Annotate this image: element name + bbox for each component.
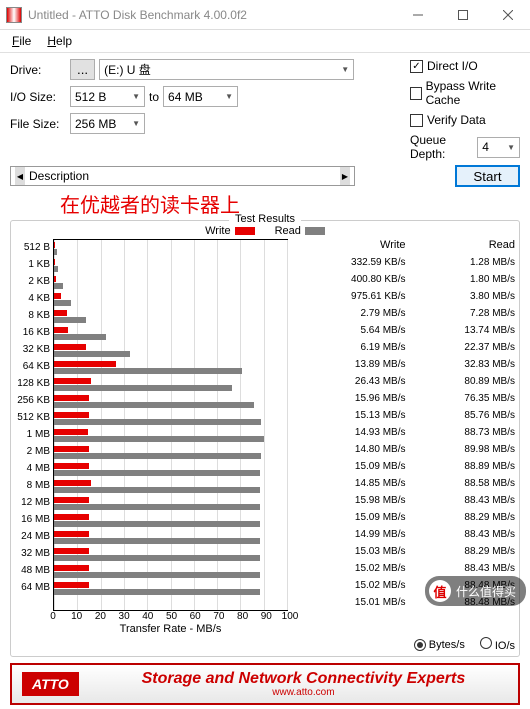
description-field[interactable]: ◀ Description ▶	[10, 166, 355, 186]
iosize-from-select[interactable]: 512 B▼	[70, 86, 145, 107]
verify-checkbox[interactable]: Verify Data	[410, 113, 520, 127]
to-label: to	[149, 90, 159, 104]
footer-tagline: Storage and Network Connectivity Experts…	[89, 670, 518, 699]
desc-prev-button[interactable]: ◀	[15, 167, 25, 185]
bypass-checkbox[interactable]: Bypass Write Cache	[410, 79, 520, 107]
titlebar: Untitled - ATTO Disk Benchmark 4.00.0f2	[0, 0, 530, 30]
menu-help[interactable]: Help	[39, 32, 80, 50]
checkbox-icon	[410, 87, 422, 100]
drive-select[interactable]: (E:) U 盘▼	[99, 59, 354, 80]
results-title: Test Results	[229, 213, 301, 225]
close-button[interactable]	[485, 0, 530, 30]
checkbox-icon	[410, 114, 423, 127]
start-button[interactable]: Start	[455, 165, 520, 187]
col-write: Write	[296, 239, 406, 254]
maximize-button[interactable]	[440, 0, 485, 30]
minimize-button[interactable]	[395, 0, 440, 30]
app-icon	[6, 7, 22, 23]
window-title: Untitled - ATTO Disk Benchmark 4.00.0f2	[28, 8, 395, 22]
iosize-label: I/O Size:	[10, 90, 70, 104]
directio-checkbox[interactable]: ✓Direct I/O	[410, 59, 520, 73]
col-read: Read	[406, 239, 516, 254]
checkbox-icon: ✓	[410, 60, 423, 73]
desc-next-button[interactable]: ▶	[340, 167, 350, 185]
units-ios-radio[interactable]: IO/s	[480, 637, 515, 652]
data-table: 332.59 KB/s1.28 MB/s400.80 KB/s1.80 MB/s…	[296, 254, 515, 611]
menu-file[interactable]: File	[4, 32, 39, 50]
queue-label: Queue Depth:	[410, 133, 471, 161]
atto-logo: ATTO	[22, 672, 79, 696]
filesize-label: File Size:	[10, 117, 70, 131]
legend-read: Read	[275, 225, 325, 237]
queue-select[interactable]: 4▼	[477, 137, 520, 158]
iosize-to-select[interactable]: 64 MB▼	[163, 86, 238, 107]
chart-x-label: Transfer Rate - MB/s	[53, 623, 288, 635]
units-bytes-radio[interactable]: Bytes/s	[414, 639, 465, 651]
watermark: 值 什么值得买	[425, 576, 526, 606]
menubar: File Help	[0, 30, 530, 53]
drive-browse-button[interactable]: ...	[70, 59, 95, 80]
chart-x-axis: 0102030405060708090100	[53, 611, 290, 623]
chart-bars	[53, 239, 288, 611]
filesize-select[interactable]: 256 MB▼	[70, 113, 145, 134]
footer-banner: ATTO Storage and Network Connectivity Ex…	[10, 663, 520, 705]
drive-label: Drive:	[10, 63, 70, 77]
chart-y-labels: 512 B1 KB2 KB4 KB8 KB16 KB32 KB64 KB128 …	[15, 239, 53, 611]
watermark-icon: 值	[429, 580, 451, 602]
legend-write: Write	[205, 225, 254, 237]
